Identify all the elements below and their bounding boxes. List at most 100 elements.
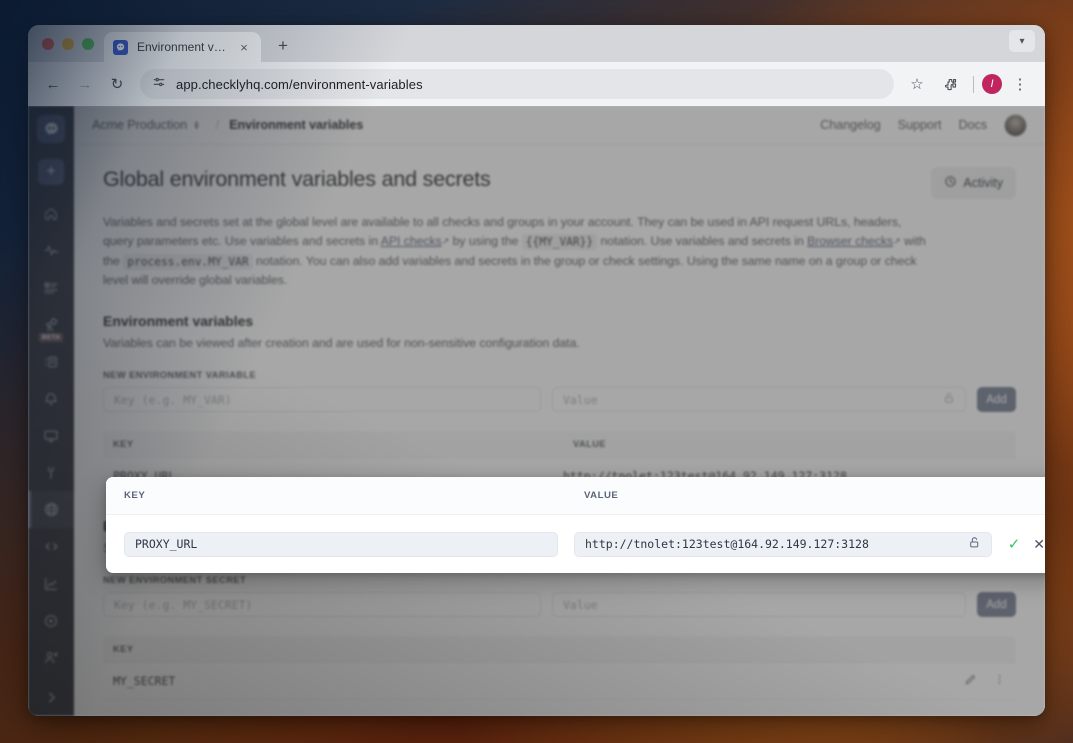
new-variable-value-input[interactable]: Value <box>552 387 966 412</box>
intro-text-2: by using the <box>449 234 522 248</box>
account-switcher-icon[interactable]: ▴▾ <box>194 120 199 130</box>
secrets-table-header: KEY <box>103 636 1016 663</box>
page-intro: Variables and secrets set at the global … <box>103 213 931 290</box>
forward-button[interactable]: → <box>70 69 100 99</box>
sidebar-expand-button[interactable] <box>28 679 74 716</box>
edit-value-text: http://tnolet:123test@164.92.149.127:312… <box>585 537 869 551</box>
close-tab-button[interactable]: × <box>236 39 252 55</box>
desktop-background: Environment variables × + ▾ ← → ↻ app.ch… <box>0 0 1073 743</box>
new-variable-label: NEW ENVIRONMENT VARIABLE <box>103 370 1016 380</box>
checkly-app: + <box>28 106 1045 716</box>
add-secret-button[interactable]: Add <box>977 592 1016 617</box>
secret-key-cell: MY_SECRET <box>113 674 175 688</box>
support-link[interactable]: Support <box>898 118 942 132</box>
variables-heading: Environment variables <box>103 313 1016 329</box>
sidebar-item-reporting[interactable] <box>28 565 74 602</box>
app-header: Acme Production ▴▾ / Environment variabl… <box>74 106 1045 145</box>
browser-menu-icon[interactable]: ⋮ <box>1005 69 1035 99</box>
add-variable-button[interactable]: Add <box>977 387 1016 412</box>
new-secret-value-placeholder: Value <box>563 598 598 612</box>
address-bar-url: app.checklyhq.com/environment-variables <box>176 77 423 92</box>
variable-edit-card: KEY VALUE PROXY_URL http://tnolet:123tes… <box>106 477 1045 573</box>
sidebar-item-code[interactable] <box>28 528 74 565</box>
app-header-links: Changelog Support Docs <box>820 114 1027 137</box>
sidebar-item-monitors[interactable] <box>28 417 74 454</box>
edit-value-input[interactable]: http://tnolet:123test@164.92.149.127:312… <box>574 532 992 557</box>
address-bar[interactable]: app.checklyhq.com/environment-variables <box>140 69 894 99</box>
variables-subtitle: Variables can be viewed after creation a… <box>103 336 1016 350</box>
edit-col-key: KEY <box>124 490 584 501</box>
new-variable-value-placeholder: Value <box>563 393 598 407</box>
new-variable-key-input[interactable]: Key (e.g. MY_VAR) <box>103 387 541 412</box>
edit-key-input[interactable]: PROXY_URL <box>124 532 558 557</box>
clock-icon <box>944 175 957 191</box>
back-button[interactable]: ← <box>38 69 68 99</box>
main-panel: Global environment variables and secrets… <box>74 145 1045 716</box>
app-content: Acme Production ▴▾ / Environment variabl… <box>74 106 1045 716</box>
changelog-link[interactable]: Changelog <box>820 118 880 132</box>
pencil-icon[interactable] <box>964 673 977 689</box>
sidebar-item-locations[interactable] <box>28 602 74 639</box>
sidebar-item-activity[interactable] <box>28 232 74 269</box>
close-window-button[interactable] <box>42 38 54 50</box>
extensions-puzzle-icon[interactable] <box>935 69 965 99</box>
api-checks-link[interactable]: API checks <box>381 234 442 248</box>
external-link-icon: ↗ <box>442 232 450 251</box>
variable-edit-card-header: KEY VALUE <box>106 477 1045 515</box>
minimize-window-button[interactable] <box>62 38 74 50</box>
browser-tab[interactable]: Environment variables × <box>104 32 261 62</box>
window-traffic-lights <box>38 25 104 62</box>
toolbar-divider <box>973 76 974 93</box>
browser-window: Environment variables × + ▾ ← → ↻ app.ch… <box>28 25 1045 716</box>
code-my-var: {{MY_VAR}} <box>522 234 597 250</box>
sidebar-item-checks[interactable] <box>28 269 74 306</box>
user-avatar[interactable] <box>1004 114 1027 137</box>
sidebar-item-telescope[interactable]: BETA <box>28 306 74 343</box>
sidebar-item-home[interactable] <box>28 195 74 232</box>
browser-tab-title: Environment variables <box>137 40 227 54</box>
beta-badge: BETA <box>39 333 63 342</box>
chevron-down-icon[interactable]: ▾ <box>1009 30 1035 52</box>
new-secret-value-input[interactable]: Value <box>552 592 966 617</box>
checkly-logo-icon[interactable] <box>37 115 65 143</box>
site-settings-icon[interactable] <box>152 75 166 94</box>
browser-toolbar: ← → ↻ app.checklyhq.com/environment-vari… <box>28 62 1045 106</box>
breadcrumb-separator: / <box>216 118 219 132</box>
edit-col-value: VALUE <box>584 490 618 501</box>
activity-button[interactable]: Activity <box>931 167 1016 199</box>
unlock-icon[interactable] <box>943 392 955 407</box>
page-title: Global environment variables and secrets <box>103 167 491 192</box>
sidebar-new-button[interactable]: + <box>38 159 64 185</box>
secrets-table-row: MY_SECRET <box>103 663 1016 700</box>
page-viewport: + <box>28 106 1045 716</box>
variables-col-key: KEY <box>113 439 573 449</box>
secrets-col-key: KEY <box>113 644 133 654</box>
sidebar-item-members[interactable] <box>28 639 74 676</box>
kebab-menu-icon[interactable] <box>993 673 1006 689</box>
sidebar-item-dashboards[interactable] <box>28 343 74 380</box>
new-secret-key-input[interactable]: Key (e.g. MY_SECRET) <box>103 592 541 617</box>
code-process-env: process.env.MY_VAR <box>123 254 252 270</box>
new-tab-button[interactable]: + <box>269 32 297 60</box>
sidebar-item-maintenance[interactable] <box>28 454 74 491</box>
cancel-x-icon[interactable]: ✕ <box>1033 536 1045 553</box>
activity-button-label: Activity <box>963 176 1003 190</box>
secret-row-actions <box>964 673 1006 689</box>
reload-button[interactable]: ↻ <box>102 69 132 99</box>
profile-avatar[interactable]: I <box>982 74 1002 94</box>
app-sidebar: + <box>28 106 74 716</box>
sidebar-item-alerts[interactable] <box>28 380 74 417</box>
new-variable-row: Key (e.g. MY_VAR) Value Add <box>103 387 1016 412</box>
browser-tab-strip: Environment variables × + ▾ <box>28 25 1045 62</box>
sidebar-item-environment-variables[interactable] <box>28 491 74 528</box>
browser-checks-link[interactable]: Browser checks <box>807 234 893 248</box>
confirm-check-icon[interactable]: ✓ <box>1008 535 1021 553</box>
breadcrumb-current: Environment variables <box>229 118 363 132</box>
maximize-window-button[interactable] <box>82 38 94 50</box>
checkly-favicon-icon <box>113 40 128 55</box>
breadcrumb-account[interactable]: Acme Production <box>92 118 187 132</box>
bookmark-star-icon[interactable]: ☆ <box>902 69 932 99</box>
unlock-icon[interactable] <box>968 536 981 552</box>
variable-edit-row: PROXY_URL http://tnolet:123test@164.92.1… <box>106 515 1045 573</box>
docs-link[interactable]: Docs <box>959 118 987 132</box>
